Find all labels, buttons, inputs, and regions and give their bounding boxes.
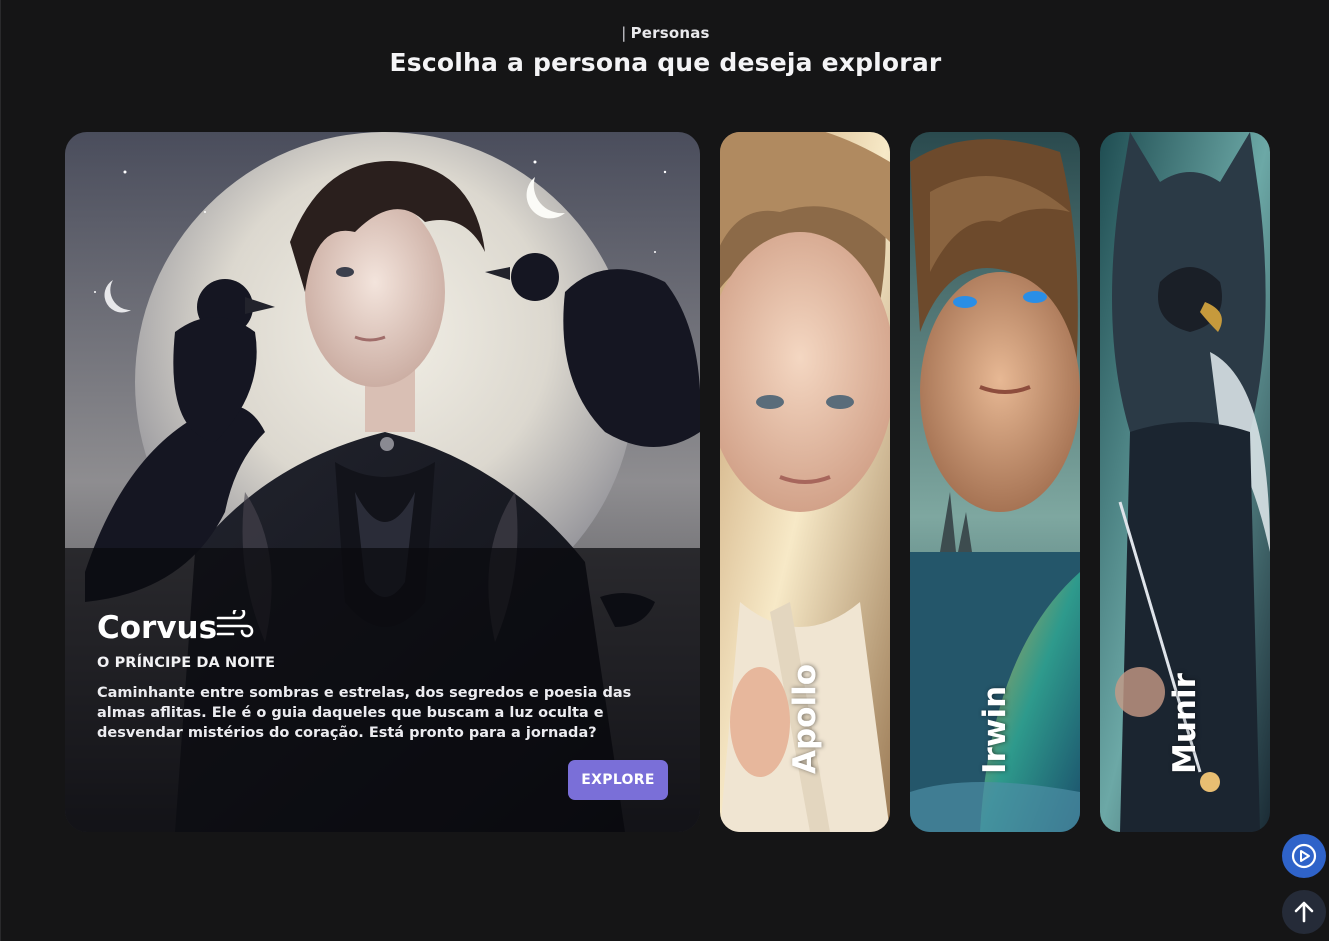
featured-persona-card: Corvus O PRÍNCIPE DA NOITE Caminhante en…	[65, 132, 700, 832]
arrow-up-icon	[1294, 901, 1314, 923]
persona-page: | Personas Escolha a persona que deseja e…	[0, 0, 1329, 941]
explore-button[interactable]: EXPLORE	[568, 760, 668, 800]
eyebrow-label: Personas	[630, 24, 710, 42]
play-circle-icon	[1291, 843, 1317, 869]
featured-persona-subtitle: O PRÍNCIPE DA NOITE	[97, 655, 276, 671]
wind-icon	[216, 610, 254, 638]
persona-card-irwin[interactable]: Irwin	[910, 132, 1080, 832]
scroll-to-top-button[interactable]	[1282, 890, 1326, 934]
persona-label-munir: Munir	[1167, 673, 1203, 774]
persona-card-apollo[interactable]: Apollo	[720, 132, 890, 832]
persona-label-irwin: Irwin	[977, 685, 1013, 774]
page-title: Escolha a persona que deseja explorar	[389, 48, 942, 77]
featured-persona-name: Corvus	[97, 610, 218, 646]
eyebrow-divider: |	[621, 24, 627, 42]
play-button[interactable]	[1282, 834, 1326, 878]
persona-label-apollo: Apollo	[787, 663, 823, 774]
section-eyebrow: | Personas	[1, 24, 1329, 42]
featured-persona-description: Caminhante entre sombras e estrelas, dos…	[97, 685, 632, 741]
persona-card-munir[interactable]: Munir	[1100, 132, 1270, 832]
